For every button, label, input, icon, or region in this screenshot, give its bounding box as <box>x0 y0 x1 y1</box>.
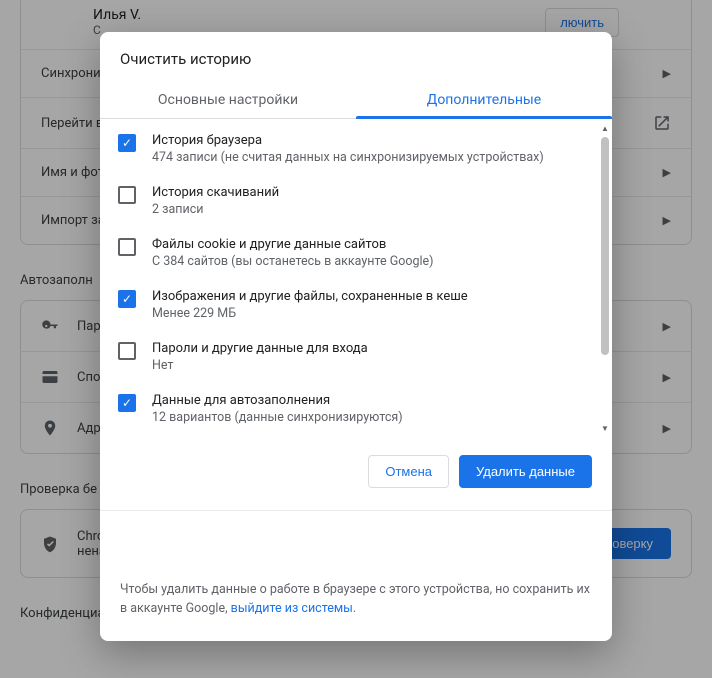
dialog-actions: Отмена Удалить данные <box>100 439 612 496</box>
option-checkbox[interactable]: ✓ <box>118 290 136 308</box>
clear-browsing-data-dialog: Очистить историю Основные настройки Допо… <box>100 32 612 641</box>
option-title: Файлы cookie и другие данные сайтов <box>152 237 434 252</box>
option-checkbox[interactable] <box>118 186 136 204</box>
options-scroll-area: ✓ История браузера 474 записи (не считая д… <box>100 119 612 439</box>
option-subtitle: 474 записи (не считая данных на синхрони… <box>152 150 544 165</box>
option-checkbox[interactable] <box>118 342 136 360</box>
option-title: Пароли и другие данные для входа <box>152 341 368 356</box>
dialog-title: Очистить историю <box>100 32 612 80</box>
sign-out-link[interactable]: выйдите из системы <box>231 601 353 616</box>
option-checkbox[interactable]: ✓ <box>118 134 136 152</box>
dialog-tabs: Основные настройки Дополнительные <box>100 80 612 119</box>
dialog-footer-note: Чтобы удалить данные о работе в браузере… <box>100 510 612 641</box>
option-title: Данные для автозаполнения <box>152 393 403 408</box>
option-subtitle: Нет <box>152 358 368 373</box>
clear-data-option: ✓ Изображения и другие файлы, сохраненные… <box>118 279 584 331</box>
confirm-button[interactable]: Удалить данные <box>459 455 592 488</box>
clear-data-option: Настройки сайтов <box>118 435 584 439</box>
footer-text-suffix: . <box>353 601 356 616</box>
tab-basic[interactable]: Основные настройки <box>100 80 356 118</box>
clear-data-option: Пароли и другие данные для входа Нет <box>118 331 584 383</box>
option-subtitle: 2 записи <box>152 202 279 217</box>
tab-advanced[interactable]: Дополнительные <box>356 80 612 118</box>
option-subtitle: С 384 сайтов (вы останетесь в аккаунте G… <box>152 254 434 269</box>
option-title: История браузера <box>152 133 544 148</box>
option-title: Изображения и другие файлы, сохраненные … <box>152 289 468 304</box>
option-checkbox[interactable]: ✓ <box>118 394 136 412</box>
clear-data-option: Файлы cookie и другие данные сайтов С 384… <box>118 227 584 279</box>
scrollbar[interactable]: ▲ ▼ <box>601 125 609 433</box>
option-subtitle: 12 вариантов (данные синхронизируются) <box>152 410 403 425</box>
option-checkbox[interactable] <box>118 238 136 256</box>
clear-data-option: История скачиваний 2 записи <box>118 175 584 227</box>
scrollbar-thumb[interactable] <box>601 137 609 355</box>
scroll-down-icon[interactable]: ▼ <box>601 425 609 433</box>
option-subtitle: Менее 229 МБ <box>152 306 468 321</box>
clear-data-option: ✓ История браузера 474 записи (не считая д… <box>118 123 584 175</box>
cancel-button[interactable]: Отмена <box>368 455 449 488</box>
scroll-up-icon[interactable]: ▲ <box>601 125 609 133</box>
clear-data-option: ✓ Данные для автозаполнения 12 вариантов (… <box>118 383 584 435</box>
option-title: История скачиваний <box>152 185 279 200</box>
